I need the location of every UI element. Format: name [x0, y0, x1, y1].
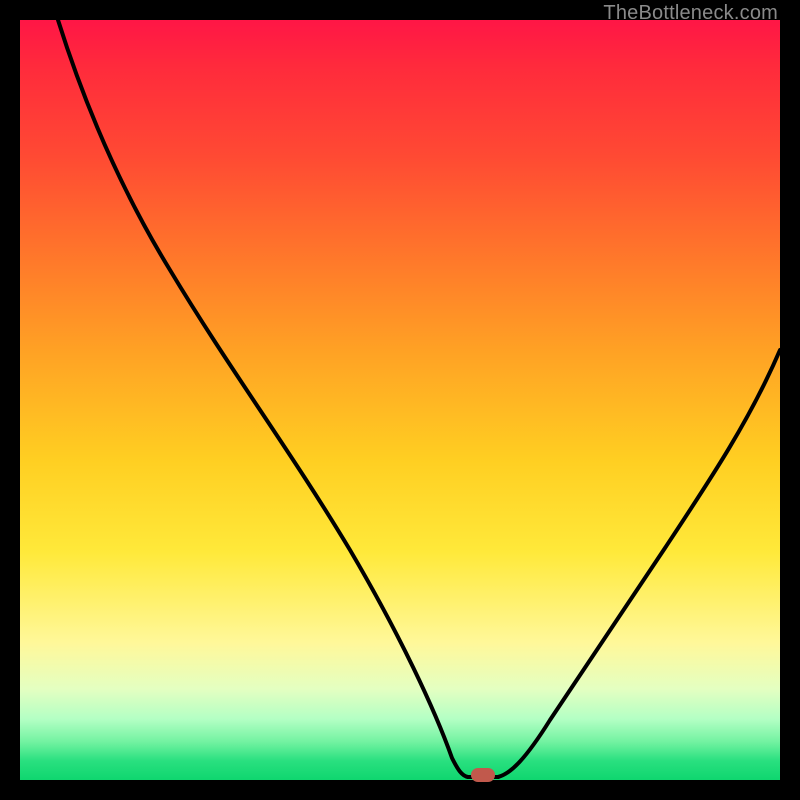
curve-left-branch	[58, 20, 468, 777]
curve-right-branch	[498, 350, 780, 777]
chart-plot-area	[20, 20, 780, 780]
bottleneck-curve	[20, 20, 780, 780]
chart-frame: TheBottleneck.com	[0, 0, 800, 800]
optimal-point-marker	[471, 768, 495, 782]
watermark-text: TheBottleneck.com	[603, 2, 778, 25]
